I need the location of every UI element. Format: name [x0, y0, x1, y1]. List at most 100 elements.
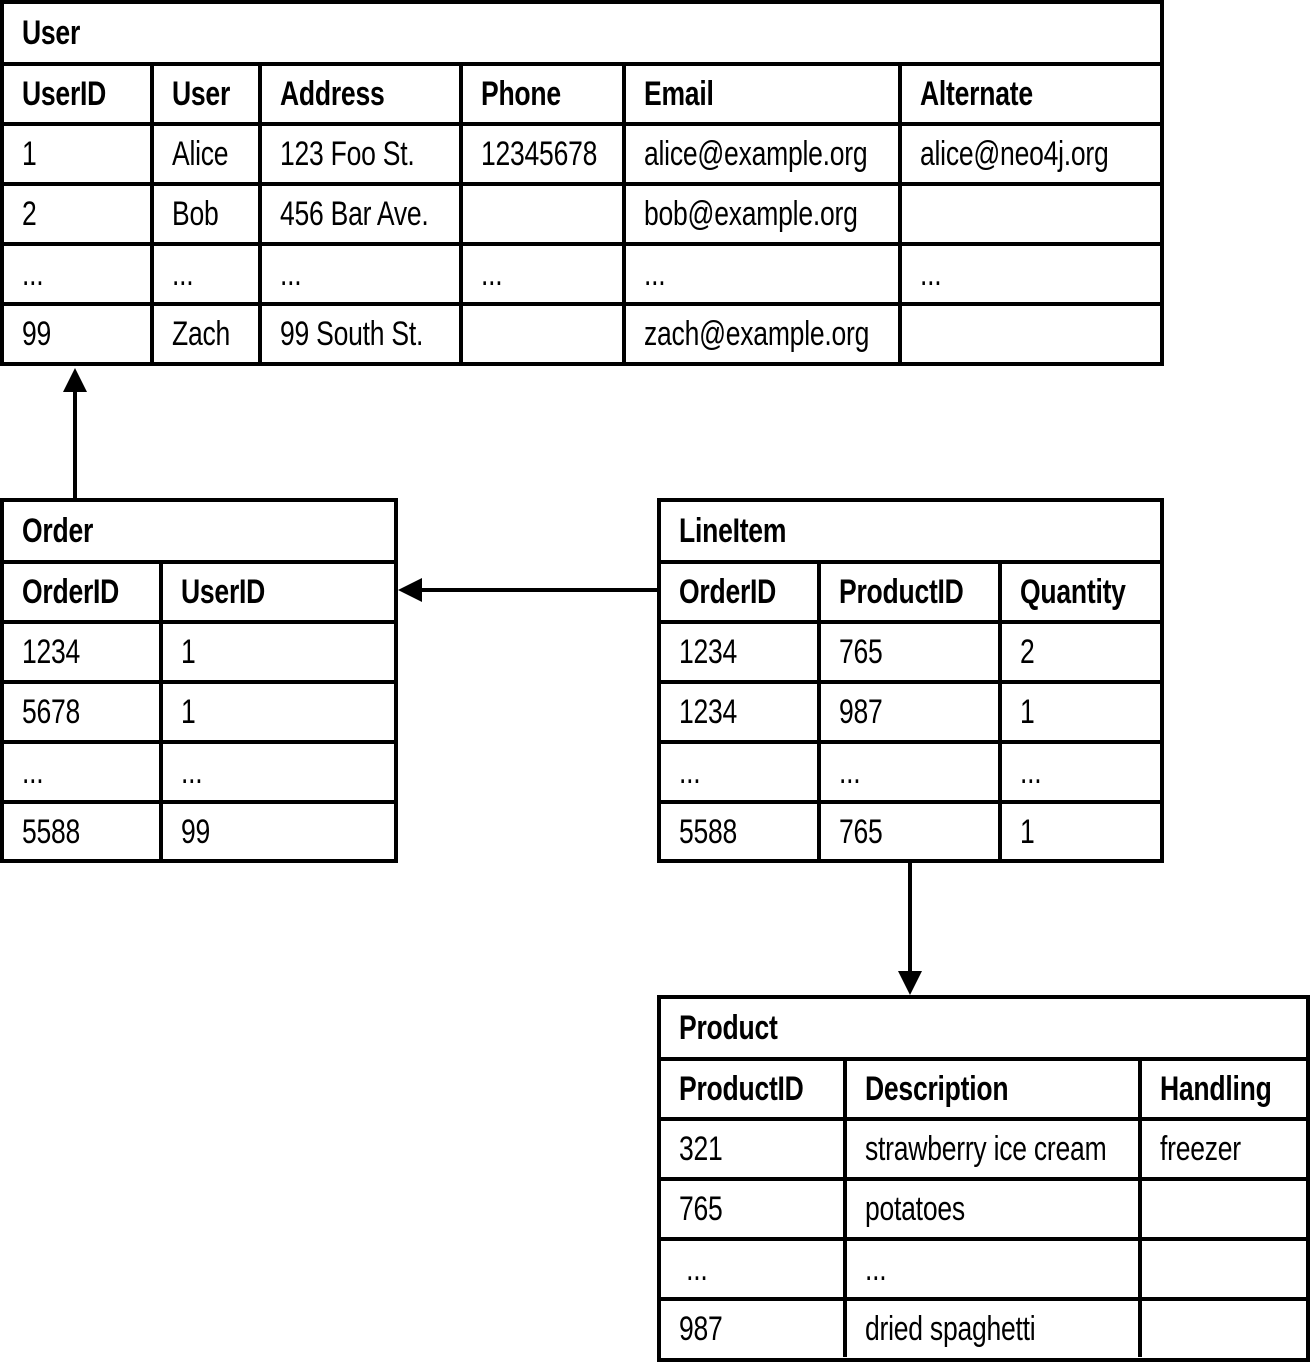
table-cell: dried spaghetti — [843, 1301, 1138, 1357]
cell-text: ... — [481, 254, 503, 293]
table-cell: 765 — [817, 624, 998, 680]
table-title-row: LineItem — [661, 502, 1160, 560]
table-row: 99 Zach 99 South St. zach@example.org — [4, 302, 1160, 362]
table-row: 2 Bob 456 Bar Ave. bob@example.org — [4, 182, 1160, 242]
column-header-text: ProductID — [679, 1069, 804, 1108]
table-cell: 5588 — [4, 804, 159, 860]
cell-text: ... — [22, 254, 44, 293]
table-cell: strawberry ice cream — [843, 1121, 1138, 1177]
cell-text: strawberry ice cream — [865, 1129, 1107, 1168]
cell-text: 1234 — [679, 692, 738, 731]
table-cell: zach@example.org — [622, 306, 898, 362]
table-row: ... ... ... ... ... ... — [4, 242, 1160, 302]
table-cell: alice@neo4j.org — [898, 126, 1160, 182]
cell-text: 1 — [181, 632, 196, 671]
table-cell: ... — [258, 246, 459, 302]
column-header-text: UserID — [22, 74, 107, 113]
table-row: 1234 765 2 — [661, 620, 1160, 680]
cell-text: 456 Bar Ave. — [280, 194, 429, 233]
cell-text: zach@example.org — [644, 314, 870, 353]
column-header: Address — [258, 66, 459, 122]
cell-text: bob@example.org — [644, 194, 858, 233]
cell-text: 99 — [22, 314, 52, 353]
column-header-text: Description — [865, 1069, 1009, 1108]
column-header-text: Address — [280, 74, 385, 113]
table-row: 1234 1 — [4, 620, 394, 680]
table-title-row: Product — [661, 999, 1306, 1057]
table-cell: 456 Bar Ave. — [258, 186, 459, 242]
header-row: ProductID Description Handling — [661, 1057, 1306, 1117]
table-cell — [1138, 1241, 1306, 1297]
table-cell — [1138, 1301, 1306, 1357]
table-cell: Bob — [150, 186, 258, 242]
product-table: Product ProductID Description Handling 3… — [657, 995, 1310, 1362]
column-header: Handling — [1138, 1061, 1306, 1117]
cell-text: 99 — [181, 812, 211, 851]
column-header-text: ProductID — [839, 572, 964, 611]
table-row: 5588 99 — [4, 800, 394, 860]
table-title: LineItem — [661, 502, 816, 560]
table-cell: freezer — [1138, 1121, 1306, 1177]
table-row: 987 dried spaghetti — [661, 1297, 1306, 1357]
table-cell: 123 Foo St. — [258, 126, 459, 182]
cell-text: Alice — [172, 134, 229, 173]
header-row: UserID User Address Phone Email Alternat… — [4, 62, 1160, 122]
cell-text: ... — [280, 254, 302, 293]
table-cell — [898, 306, 1160, 362]
column-header: Description — [843, 1061, 1138, 1117]
table-cell: 99 — [4, 306, 150, 362]
cell-text: ... — [172, 254, 194, 293]
column-header: UserID — [4, 66, 150, 122]
table-title: Product — [661, 999, 805, 1057]
cell-text: 987 — [679, 1309, 723, 1348]
column-header-text: UserID — [181, 572, 266, 611]
table-cell: ... — [459, 246, 622, 302]
cell-text: 2 — [22, 194, 37, 233]
table-cell: 1234 — [661, 684, 817, 740]
table-cell — [459, 186, 622, 242]
table-title-row: Order — [4, 502, 394, 560]
cell-text: 1 — [22, 134, 37, 173]
cell-text: 765 — [839, 812, 883, 851]
cell-text: ... — [22, 752, 44, 791]
table-cell: 1 — [159, 624, 394, 680]
table-cell: ... — [817, 744, 998, 800]
table-cell: Zach — [150, 306, 258, 362]
table-title-text: LineItem — [679, 511, 787, 550]
table-cell: 2 — [998, 624, 1160, 680]
cell-text: 5678 — [22, 692, 81, 731]
table-cell: 5678 — [4, 684, 159, 740]
order-table: Order OrderID UserID 1234 1 5678 1 ... .… — [0, 498, 398, 863]
arrow-head-icon — [63, 368, 87, 392]
arrow-lineitem-to-product — [898, 862, 922, 995]
table-cell: 765 — [817, 804, 998, 860]
cell-text: 1234 — [679, 632, 738, 671]
table-cell: Alice — [150, 126, 258, 182]
table-cell: bob@example.org — [622, 186, 898, 242]
table-title: User — [4, 4, 96, 62]
header-row: OrderID ProductID Quantity — [661, 560, 1160, 620]
column-header: UserID — [159, 564, 394, 620]
column-header: Email — [622, 66, 898, 122]
table-cell: 987 — [661, 1301, 843, 1357]
cell-text: 321 — [679, 1129, 723, 1168]
table-title-row: User — [4, 4, 1160, 62]
user-table: User UserID User Address Phone Email Alt… — [0, 0, 1164, 366]
table-title-text: Product — [679, 1008, 778, 1047]
cell-text: 5588 — [679, 812, 738, 851]
table-row: 765 potatoes — [661, 1177, 1306, 1237]
cell-text: 987 — [839, 692, 883, 731]
cell-text: 99 South St. — [280, 314, 424, 353]
cell-text: 765 — [839, 632, 883, 671]
cell-text: alice@example.org — [644, 134, 868, 173]
cell-text: ... — [839, 752, 861, 791]
cell-text: 123 Foo St. — [280, 134, 415, 173]
cell-text: 765 — [679, 1189, 723, 1228]
column-header-text: OrderID — [679, 572, 777, 611]
table-cell: ... — [898, 246, 1160, 302]
table-cell: ... — [998, 744, 1160, 800]
column-header: Alternate — [898, 66, 1160, 122]
table-cell: 5588 — [661, 804, 817, 860]
table-cell: ... — [4, 744, 159, 800]
cell-text: 1234 — [22, 632, 81, 671]
